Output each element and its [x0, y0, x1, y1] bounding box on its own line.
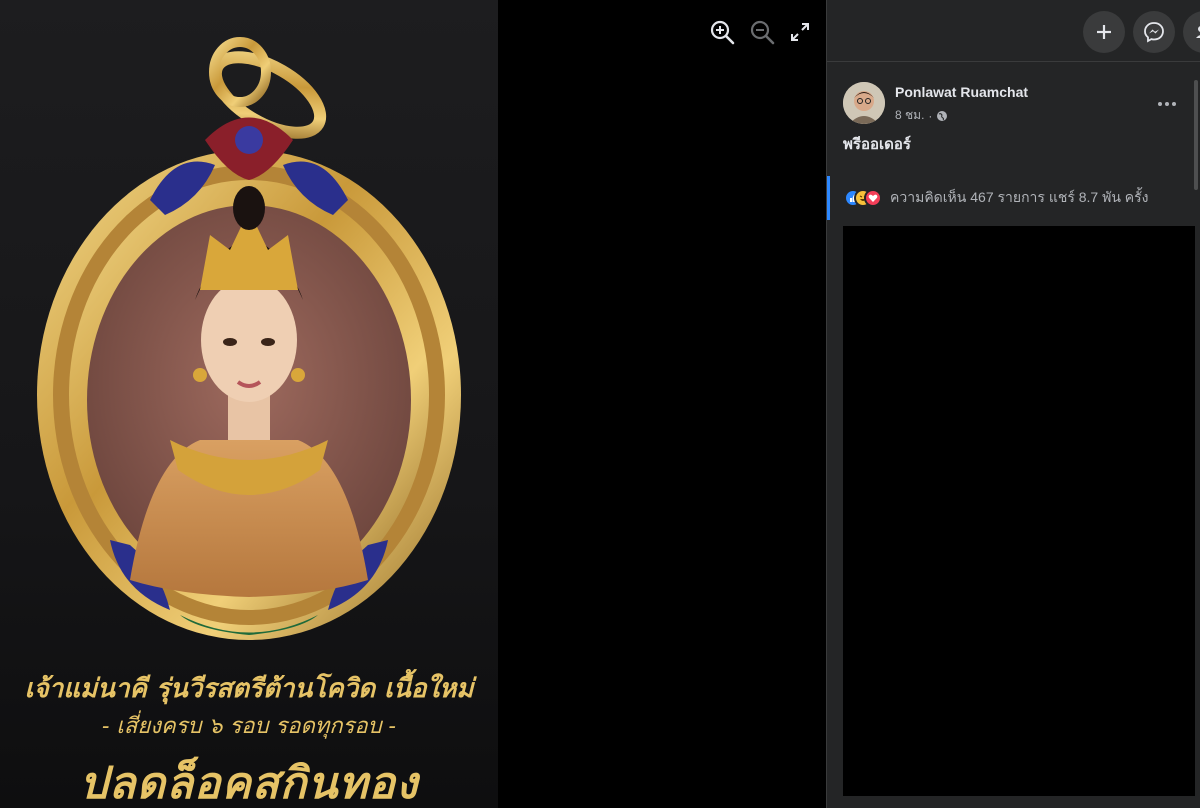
zoom-in-button[interactable] — [708, 18, 736, 46]
zoom-in-icon — [710, 20, 735, 45]
fullscreen-button[interactable] — [786, 18, 814, 46]
globe-icon — [937, 110, 948, 121]
post-panel: Ponlawat Ruamchat 8 ชม. · พรีออเดอร์ ควา… — [826, 0, 1200, 808]
caption-line-2: - เสี่ยงครบ ๖ รอบ รอดทุกรอบ - — [101, 714, 396, 739]
messenger-button[interactable] — [1133, 11, 1175, 53]
redacted-area — [843, 226, 1195, 796]
reaction-icons[interactable] — [844, 189, 882, 207]
create-button[interactable] — [1083, 11, 1125, 53]
caption-line-1: เจ้าแม่นาคี รุ่นวีรสตรีต้านโควิด เนื้อให… — [24, 674, 474, 704]
reactions-bar: ความคิดเห็น 467 รายการ แชร์ 8.7 พัน ครั้… — [827, 176, 1200, 220]
post-time[interactable]: 8 ชม. — [895, 106, 924, 125]
post-text: พรีออเดอร์ — [843, 136, 911, 153]
zoom-out-button[interactable] — [748, 18, 776, 46]
messenger-icon — [1144, 22, 1164, 43]
love-icon — [864, 189, 882, 207]
avatar[interactable] — [843, 82, 885, 124]
notifications-icon — [1196, 26, 1200, 38]
notifications-button[interactable] — [1183, 11, 1200, 53]
photo[interactable]: เจ้าแม่นาคี รุ่นวีรสตรีต้านโควิด เนื้อให… — [0, 0, 498, 808]
post-options-button[interactable] — [1153, 90, 1181, 118]
caption-line-3: ปลดล็อคสกินทอง — [79, 758, 419, 808]
avatar-image — [843, 82, 885, 124]
fullscreen-icon — [791, 23, 809, 41]
post-header: Ponlawat Ruamchat 8 ชม. · — [843, 82, 1193, 128]
post-meta: 8 ชม. · — [895, 106, 948, 125]
post-author[interactable]: Ponlawat Ruamchat — [895, 84, 1028, 100]
top-bar — [827, 0, 1200, 62]
photo-viewer: เจ้าแม่นาคี รุ่นวีรสตรีต้านโควิด เนื้อให… — [0, 0, 826, 808]
more-options-icon — [1158, 102, 1176, 106]
post-stats[interactable]: ความคิดเห็น 467 รายการ แชร์ 8.7 พัน ครั้… — [890, 187, 1149, 209]
plus-icon — [1097, 25, 1111, 39]
zoom-out-icon — [750, 20, 775, 45]
scrollbar[interactable] — [1194, 80, 1198, 190]
